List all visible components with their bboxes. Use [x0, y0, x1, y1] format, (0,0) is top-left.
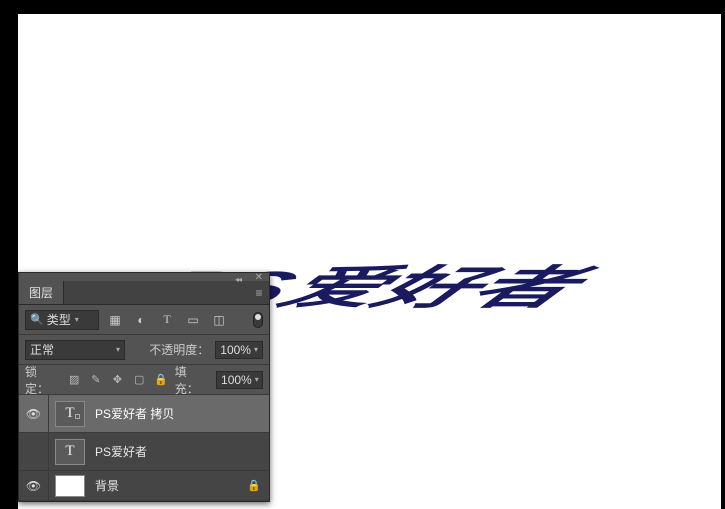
filter-row: 🔍 类型 ▾ ▦ ◐ T ▭ ◫ — [19, 305, 269, 335]
tab-layers[interactable]: 图层 — [19, 281, 64, 304]
visibility-toggle[interactable] — [19, 433, 49, 470]
filter-pixel-icon[interactable]: ▦ — [105, 310, 125, 330]
opacity-value: 100% — [220, 343, 251, 357]
collapse-icon[interactable]: ◂◂ — [235, 275, 241, 284]
layer-name[interactable]: PS爱好者 拷贝 — [95, 405, 269, 422]
filter-kind-label: 类型 — [47, 311, 71, 328]
lock-icon: 🔒 — [247, 479, 261, 492]
layer-name[interactable]: PS爱好者 — [95, 443, 269, 460]
layers-panel[interactable]: ◂◂ ✕ 图层 ≡ 🔍 类型 ▾ ▦ ◐ T ▭ ◫ 正常 ▾ 不透明度： 10… — [18, 272, 270, 502]
blend-row: 正常 ▾ 不透明度： 100% ▾ — [19, 335, 269, 365]
eye-icon: 👁 — [26, 479, 41, 493]
blend-mode-select[interactable]: 正常 ▾ — [25, 340, 125, 360]
fill-value: 100% — [221, 373, 252, 387]
layer-list: 👁 T PS爱好者 拷贝 T PS爱好者 👁 背景 🔒 — [19, 395, 269, 501]
visibility-toggle[interactable]: 👁 — [19, 471, 49, 500]
chevron-down-icon: ▾ — [254, 345, 258, 354]
layer-row[interactable]: T PS爱好者 — [19, 433, 269, 471]
chevron-down-icon: ▾ — [75, 315, 79, 324]
lock-position-icon[interactable]: ✥ — [110, 372, 126, 388]
fill-label: 填充： — [175, 363, 210, 397]
panel-tab-row: 图层 ≡ — [19, 281, 269, 305]
layer-row[interactable]: 👁 背景 🔒 — [19, 471, 269, 501]
lock-transparent-icon[interactable]: ▨ — [66, 372, 82, 388]
chevron-down-icon: ▾ — [255, 375, 259, 384]
lock-artboard-icon[interactable]: ▢ — [131, 372, 147, 388]
panel-drag-bar[interactable]: ◂◂ ✕ — [19, 273, 269, 281]
layer-row[interactable]: 👁 T PS爱好者 拷贝 — [19, 395, 269, 433]
search-icon: 🔍 — [30, 313, 44, 326]
layer-thumb-type[interactable]: T — [55, 439, 85, 465]
close-icon[interactable]: ✕ — [255, 272, 263, 283]
eye-icon: 👁 — [26, 407, 41, 421]
layer-thumb-type[interactable]: T — [55, 401, 85, 427]
filter-kind-select[interactable]: 🔍 类型 ▾ — [25, 310, 99, 330]
filter-smart-icon[interactable]: ◫ — [209, 310, 229, 330]
fill-input[interactable]: 100% ▾ — [216, 371, 263, 389]
lock-image-icon[interactable]: ✎ — [88, 372, 104, 388]
opacity-label: 不透明度： — [149, 341, 209, 358]
filter-shape-icon[interactable]: ▭ — [183, 310, 203, 330]
lock-label: 锁定： — [25, 363, 60, 397]
panel-menu-icon[interactable]: ≡ — [249, 281, 269, 304]
layer-name[interactable]: 背景 — [95, 477, 247, 494]
filter-toggle[interactable] — [253, 312, 263, 328]
filter-adjust-icon[interactable]: ◐ — [131, 310, 151, 330]
filter-type-icon[interactable]: T — [157, 310, 177, 330]
lock-all-icon[interactable]: 🔒 — [153, 372, 169, 388]
blend-mode-label: 正常 — [30, 341, 54, 358]
visibility-toggle[interactable]: 👁 — [19, 395, 49, 432]
lock-row: 锁定： ▨ ✎ ✥ ▢ 🔒 填充： 100% ▾ — [19, 365, 269, 395]
chevron-down-icon: ▾ — [116, 345, 120, 354]
opacity-input[interactable]: 100% ▾ — [215, 341, 263, 359]
layer-thumb-bg[interactable] — [55, 475, 85, 497]
